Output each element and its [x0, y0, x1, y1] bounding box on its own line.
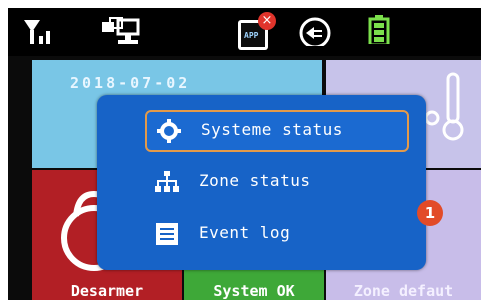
menu-item-event-log[interactable]: Event log: [145, 215, 405, 253]
main-menu: Systeme status Zone status Event log: [97, 95, 426, 270]
app-icon-text: APP: [244, 31, 259, 40]
battery-icon: [368, 15, 390, 44]
thermometer-icon: [424, 72, 464, 141]
menu-item-label: Zone status: [199, 171, 311, 190]
app-icon[interactable]: APP ×: [238, 12, 276, 50]
menu-item-label: Event log: [199, 223, 291, 242]
status-bar: APP ×: [8, 8, 481, 56]
signal-icon: [24, 20, 50, 44]
system-ok-label: System OK: [213, 282, 295, 300]
list-icon: [156, 223, 178, 245]
device-screen: 2018-07-02 Desarmer System OK Zone defau…: [8, 8, 481, 300]
date-label: 2018-07-02: [70, 74, 191, 92]
menu-item-system-status[interactable]: Systeme status: [145, 110, 409, 152]
menu-item-label: Systeme status: [201, 120, 343, 139]
hierarchy-icon: [155, 171, 179, 192]
network-icon: [102, 17, 140, 44]
disarm-label: Desarmer: [70, 282, 144, 300]
error-badge-icon: ×: [258, 12, 276, 30]
zone-fault-label: Zone defaut: [353, 282, 454, 300]
power-plug-icon: [299, 17, 331, 46]
gear-icon: [157, 119, 181, 143]
menu-item-zone-status[interactable]: Zone status: [145, 163, 405, 201]
notification-badge: 1: [417, 200, 443, 226]
